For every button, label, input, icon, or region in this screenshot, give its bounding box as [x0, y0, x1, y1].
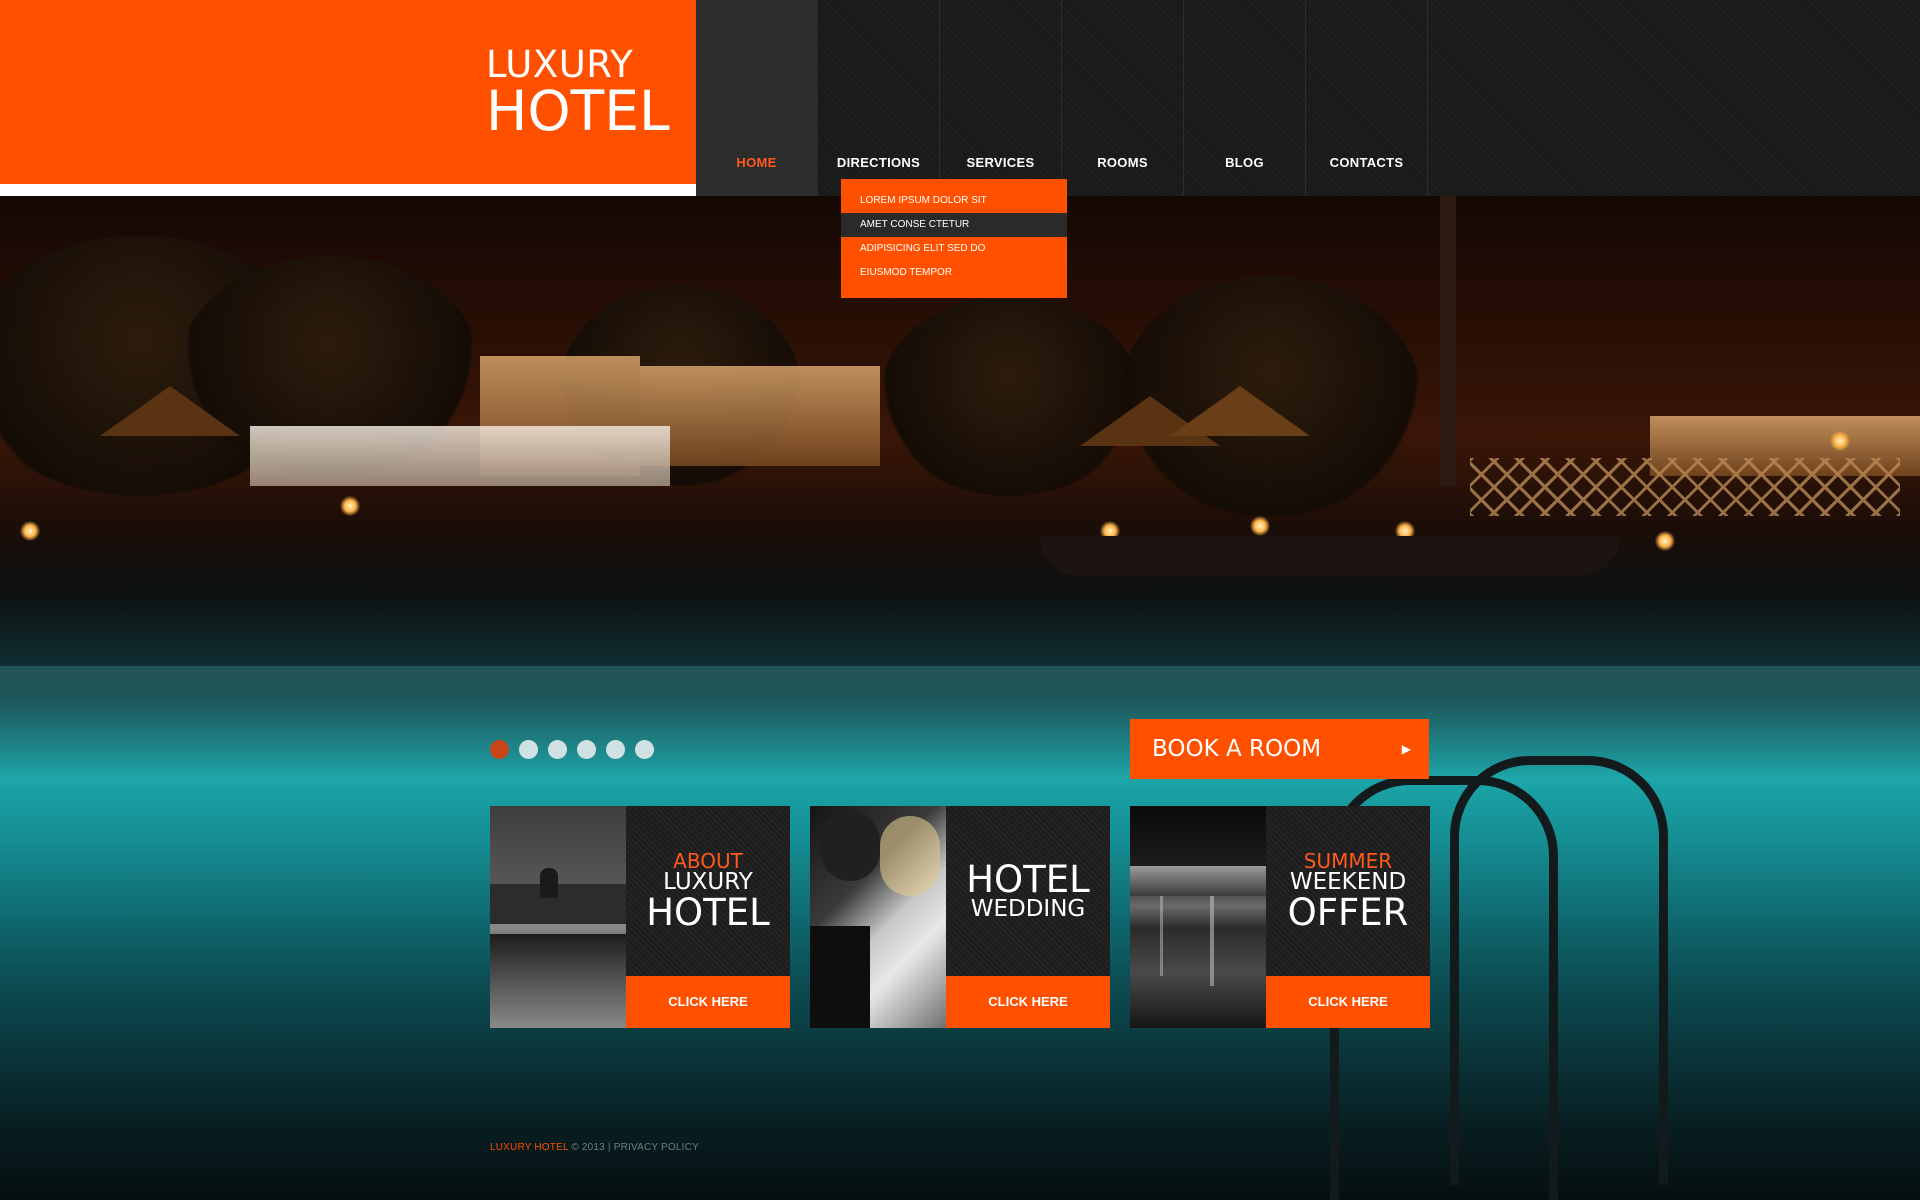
footer-brand-link[interactable]: LUXURY HOTEL: [490, 1142, 568, 1153]
hero-umbrella: [1170, 386, 1310, 436]
book-a-room-label: BOOK A ROOM: [1152, 736, 1322, 762]
hero-light: [1830, 431, 1850, 451]
hero-light: [20, 521, 40, 541]
card-about: ABOUT LUXURY HOTEL CLICK HERE: [490, 806, 790, 1028]
card-offer-button[interactable]: CLICK HERE: [1266, 976, 1430, 1028]
hero-palm-trunk: [1440, 196, 1456, 486]
card-wedding-panel: HOTEL WEDDING: [946, 806, 1110, 976]
directions-dropdown: LOREM IPSUM DOLOR SIT AMET CONSE CTETUR …: [841, 179, 1067, 298]
card-photo-pool-night: [1130, 806, 1266, 1028]
slider-pagination: [490, 740, 654, 759]
card-offer-panel: SUMMER WEEKEND OFFER: [1266, 806, 1430, 976]
book-a-room-button[interactable]: BOOK A ROOM ▶: [1130, 719, 1429, 779]
card-offer-line1: SUMMER: [1303, 849, 1393, 873]
hero-deck: [1040, 536, 1620, 576]
slider-dot[interactable]: [519, 740, 538, 759]
privacy-policy-link[interactable]: PRIVACY POLICY: [614, 1142, 699, 1153]
dropdown-item[interactable]: EIUSMOD TEMPOR: [841, 261, 1067, 285]
hero-background: [0, 196, 1920, 1200]
hero-light: [1250, 516, 1270, 536]
nav-item-home[interactable]: HOME: [696, 0, 818, 196]
slider-dot[interactable]: [548, 740, 567, 759]
card-wedding-button[interactable]: CLICK HERE: [946, 976, 1110, 1028]
dropdown-item[interactable]: LOREM IPSUM DOLOR SIT: [841, 189, 1067, 213]
card-photo-couple: [810, 806, 946, 1028]
card-about-panel: ABOUT LUXURY HOTEL: [626, 806, 790, 976]
hero-bridge: [1470, 458, 1900, 516]
footer-copyright: © 2013 |: [571, 1142, 611, 1153]
slider-dot[interactable]: [606, 740, 625, 759]
hero-umbrella: [100, 386, 240, 436]
hero-pool-ladder: [1450, 756, 1668, 1185]
nav-item-contacts[interactable]: CONTACTS: [1306, 0, 1428, 196]
logo-line-luxury: LUXURY: [486, 43, 634, 86]
dropdown-item[interactable]: AMET CONSE CTETUR: [841, 213, 1067, 237]
hero-light: [340, 496, 360, 516]
card-wedding: HOTEL WEDDING CLICK HERE: [810, 806, 1110, 1028]
card-about-line1: ABOUT: [673, 849, 743, 873]
card-about-line3: HOTEL: [646, 891, 770, 934]
card-about-button[interactable]: CLICK HERE: [626, 976, 790, 1028]
logo-line-hotel: HOTEL: [486, 79, 670, 143]
card-offer: SUMMER WEEKEND OFFER CLICK HERE: [1130, 806, 1430, 1028]
nav-item-services[interactable]: SERVICES: [940, 0, 1062, 196]
card-offer-line3: OFFER: [1287, 891, 1409, 934]
logo[interactable]: LUXURY HOTEL: [486, 46, 670, 139]
nav-item-directions[interactable]: DIRECTIONS: [818, 0, 940, 196]
main-nav: HOME DIRECTIONS SERVICES ROOMS BLOG CONT…: [696, 0, 1920, 196]
caret-right-icon: ▶: [1401, 742, 1411, 756]
card-wedding-line2: WEDDING: [970, 896, 1086, 922]
slider-dot[interactable]: [577, 740, 596, 759]
slider-dot[interactable]: [490, 740, 509, 759]
slider-dot[interactable]: [635, 740, 654, 759]
logo-stripe: [0, 184, 696, 196]
dropdown-item[interactable]: ADIPISICING ELIT SED DO: [841, 237, 1067, 261]
card-wedding-line1: HOTEL: [966, 858, 1090, 901]
hero-building: [640, 366, 880, 466]
hero-awning: [250, 426, 670, 486]
footer: LUXURY HOTEL © 2013 | PRIVACY POLICY: [490, 1142, 699, 1153]
nav-item-blog[interactable]: BLOG: [1184, 0, 1306, 196]
nav-item-rooms[interactable]: ROOMS: [1062, 0, 1184, 196]
hero-light: [1655, 531, 1675, 551]
card-photo-reception: [490, 806, 626, 1028]
